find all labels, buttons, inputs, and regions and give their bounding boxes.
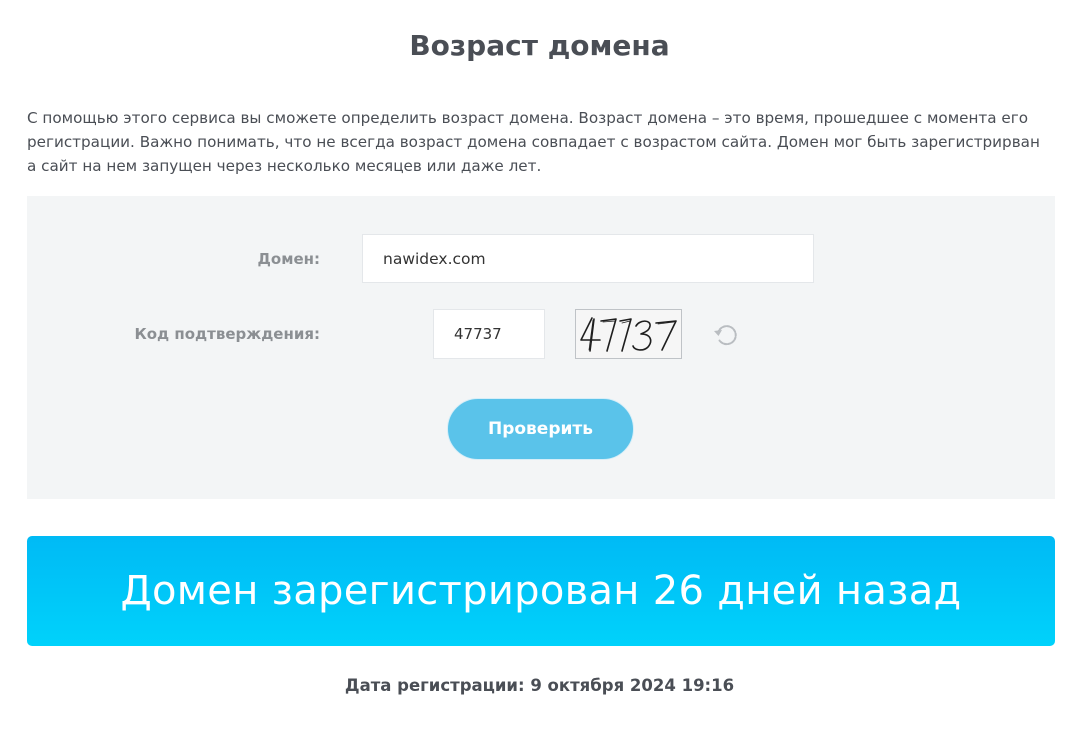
result-text: Домен зарегистрирован 26 дней назад <box>120 568 962 614</box>
result-banner: Домен зарегистрирован 26 дней назад <box>27 536 1055 646</box>
refresh-icon <box>714 325 737 346</box>
intro-text: С помощью этого сервиса вы сможете опред… <box>27 109 1040 175</box>
confirmation-code-label: Код подтверждения: <box>134 325 320 343</box>
domain-age-form: Домен: Код подтверждения: <box>27 196 1055 499</box>
page-title: Возраст домена <box>409 29 670 62</box>
refresh-captcha-button[interactable] <box>711 320 741 350</box>
registration-date: Дата регистрации: 9 октября 2024 19:16 <box>344 676 735 695</box>
page: Возраст домена С помощью этого сервиса в… <box>0 0 1079 729</box>
domain-label: Домен: <box>257 250 320 268</box>
domain-input[interactable] <box>362 234 814 283</box>
check-button[interactable]: Проверить <box>447 398 634 460</box>
captcha-image: 47737 <box>575 309 682 359</box>
confirmation-code-input[interactable] <box>433 309 545 359</box>
